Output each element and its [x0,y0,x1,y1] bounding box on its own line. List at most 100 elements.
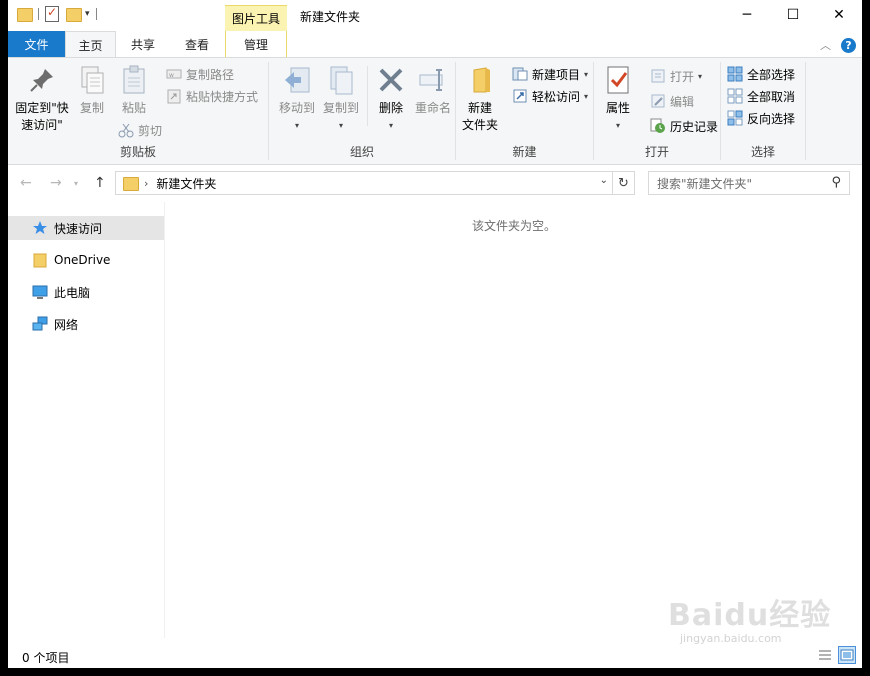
tab-manage[interactable]: 管理 [225,31,287,57]
new-item-button[interactable]: 新建项目 ▾ [512,64,588,84]
tab-file[interactable]: 文件 [8,31,65,57]
invert-selection-button[interactable]: 反向选择 [727,108,795,128]
open-dropdown-icon: ▾ [698,71,703,81]
window-bottom-edge [0,668,870,676]
item-count: 0 个项目 [22,651,70,665]
history-button[interactable]: 历史记录 [650,116,718,136]
network-icon [32,316,48,332]
paste-button[interactable]: 粘贴 [116,64,152,117]
select-none-button[interactable]: 全部取消 [727,86,795,106]
copy-icon [76,64,108,96]
group-divider [805,62,806,160]
tab-home[interactable]: 主页 [65,31,116,58]
collapse-ribbon-icon[interactable]: ︿ [820,37,831,53]
sidebar-item-quick-access[interactable]: 快速访问 [8,216,164,240]
details-view-icon[interactable] [816,646,834,664]
customize-qat-icon[interactable]: ▾ [85,9,90,19]
refresh-icon[interactable]: ↻ [612,172,634,194]
move-to-label: 移动到 [278,101,315,115]
maximize-button[interactable]: ☐ [770,0,816,30]
history-label: 历史记录 [670,119,719,134]
select-all-icon [727,66,743,82]
select-all-button[interactable]: 全部选择 [727,64,795,84]
tab-view[interactable]: 查看 [171,31,223,57]
quick-access-toolbar: ▾ [16,5,97,22]
copy-label: 复制 [79,101,104,115]
properties-dropdown-icon: ▾ [615,121,620,130]
delete-button[interactable]: 删除 ▾ [373,64,409,134]
qat-divider [95,8,97,20]
delete-dropdown-icon: ▾ [388,121,393,130]
copy-to-icon [325,64,357,96]
copy-button[interactable]: 复制 [74,64,110,117]
star-icon [32,220,48,236]
paste-shortcut-icon [166,88,182,104]
sidebar-item-network[interactable]: 网络 [8,312,164,336]
sidebar-item-onedrive[interactable]: OneDrive [8,248,164,272]
address-dropdown-icon[interactable]: ⌄ [600,175,608,186]
up-arrow-icon[interactable]: ↑ [94,175,106,191]
forward-arrow-icon[interactable]: → [50,175,62,191]
ribbon-tabs: 文件 主页 共享 查看 管理 ︿ ? [8,31,862,58]
baidu-watermark-logo: Baidu经验 [668,598,832,633]
open-button[interactable]: 打开 ▾ [650,66,702,86]
address-bar[interactable]: › 新建文件夹 ⌄ ↻ [115,171,635,195]
sidebar-item-label: 快速访问 [54,221,103,236]
ribbon-controls: ︿ ? [820,37,856,53]
minimize-button[interactable]: ─ [724,0,770,30]
new-folder-label-2: 文件夹 [461,118,498,132]
copy-to-label: 复制到 [322,101,359,115]
properties-button[interactable]: 属性 ▾ [600,64,636,134]
sidebar-item-label: OneDrive [54,253,111,267]
rename-button[interactable]: 重命名 [411,64,455,117]
rename-icon [417,64,449,96]
move-to-button[interactable]: 移动到 ▾ [275,64,319,134]
paste-icon [118,64,150,96]
open-icon [650,68,666,84]
explorer-window: ▾ 图片工具 新建文件夹 ─ ☐ ✕ 文件 主页 共享 查看 管理 ︿ ? [8,0,862,668]
pin-quick-access-button[interactable]: 固定到"快 速访问" [14,64,70,134]
search-icon[interactable]: ⚲ [831,175,841,190]
open-group-label: 打开 [644,145,669,159]
recent-locations-icon[interactable]: ▾ [74,179,78,188]
edit-icon [650,93,666,109]
navigation-bar: ← → ▾ ↑ › 新建文件夹 ⌄ ↻ 搜索"新建文件夹" ⚲ [8,165,862,202]
properties-icon[interactable] [45,5,59,22]
easy-access-icon [512,88,528,104]
cut-label: 剪切 [138,123,163,138]
paste-shortcut-label: 粘贴快捷方式 [186,89,259,104]
copy-to-dropdown-icon: ▾ [338,121,343,130]
paste-shortcut-button[interactable]: 粘贴快捷方式 [166,86,258,106]
easy-access-button[interactable]: 轻松访问 ▾ [512,86,588,106]
cut-button[interactable]: 剪切 [118,120,162,140]
qat-divider [38,8,39,20]
window-controls: ─ ☐ ✕ [724,0,862,30]
new-folder-icon[interactable] [65,7,82,22]
delete-icon [375,64,407,96]
select-all-label: 全部选择 [747,67,796,82]
organize-group: 移动到 ▾ 复制到 ▾ 删除 ▾ 重命名 组织 [269,58,455,164]
new-item-dropdown-icon: ▾ [584,69,589,79]
close-button[interactable]: ✕ [816,0,862,30]
breadcrumb-current[interactable]: 新建文件夹 [156,175,216,192]
large-icons-view-icon[interactable] [838,646,856,664]
computer-icon [32,284,48,300]
folder-icon[interactable] [16,7,33,22]
search-placeholder: 搜索"新建文件夹" [657,176,753,191]
new-folder-button[interactable]: 新建 文件夹 [460,64,500,134]
select-group-label: 选择 [750,145,775,159]
search-box[interactable]: 搜索"新建文件夹" ⚲ [648,171,850,195]
help-icon[interactable]: ? [841,37,856,53]
breadcrumb-chevron-icon[interactable]: › [144,177,148,190]
edit-button[interactable]: 编辑 [650,91,694,111]
copy-to-button[interactable]: 复制到 ▾ [319,64,363,134]
select-none-label: 全部取消 [747,89,796,104]
file-list-area[interactable]: 该文件夹为空。 [166,202,862,638]
view-toggle [816,646,856,664]
back-arrow-icon[interactable]: ← [20,175,32,191]
tab-share[interactable]: 共享 [117,31,169,57]
sidebar-item-this-pc[interactable]: 此电脑 [8,280,164,304]
edit-label: 编辑 [670,94,695,109]
move-to-dropdown-icon: ▾ [294,121,299,130]
copy-path-button[interactable]: w 复制路径 [166,64,234,84]
